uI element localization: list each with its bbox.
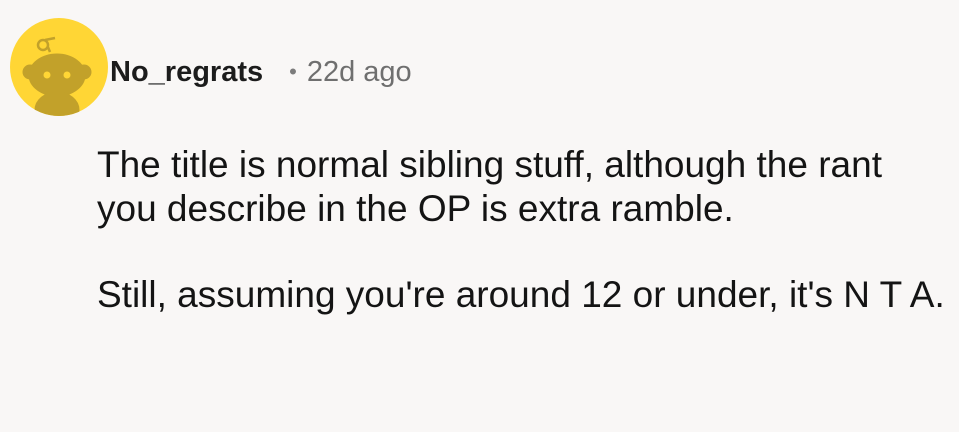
reddit-snoo-avatar-icon [22, 36, 92, 116]
comment-paragraph: The title is normal sibling stuff, altho… [97, 144, 882, 229]
comment-paragraph: Still, assuming you're around 12 or unde… [97, 274, 945, 315]
meta-separator: • [289, 59, 297, 84]
comment: No_regrats • 22d ago The title is normal… [0, 0, 959, 432]
comment-body: The title is normal sibling stuff, altho… [97, 143, 947, 359]
user-avatar[interactable] [10, 18, 108, 116]
comment-header: No_regrats • 22d ago [110, 52, 412, 92]
timestamp[interactable]: 22d ago [307, 56, 412, 89]
username-link[interactable]: No_regrats [110, 56, 263, 89]
